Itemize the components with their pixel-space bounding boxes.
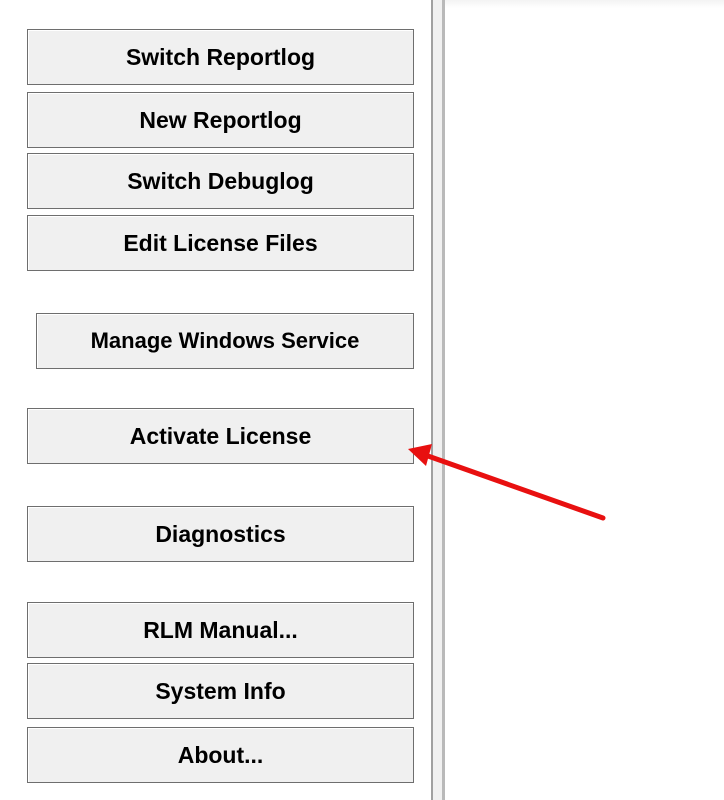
panel-divider-fill — [433, 0, 442, 800]
system-info-button[interactable]: System Info — [27, 663, 414, 719]
rlm-manual-button[interactable]: RLM Manual... — [27, 602, 414, 658]
rlm-admin-page: Switch Reportlog New Reportlog Switch De… — [0, 0, 724, 800]
switch-debuglog-button[interactable]: Switch Debuglog — [27, 153, 414, 209]
arrow-shaft — [425, 453, 606, 521]
edit-license-files-button[interactable]: Edit License Files — [27, 215, 414, 271]
activate-license-button[interactable]: Activate License — [27, 408, 414, 464]
new-reportlog-button[interactable]: New Reportlog — [27, 92, 414, 148]
switch-reportlog-button[interactable]: Switch Reportlog — [27, 29, 414, 85]
left-button-panel: Switch Reportlog New Reportlog Switch De… — [0, 0, 431, 800]
manage-windows-service-button[interactable]: Manage Windows Service — [36, 313, 414, 369]
diagnostics-button[interactable]: Diagnostics — [27, 506, 414, 562]
top-shadow — [445, 0, 724, 8]
panel-divider-edge — [442, 0, 445, 800]
about-button[interactable]: About... — [27, 727, 414, 783]
